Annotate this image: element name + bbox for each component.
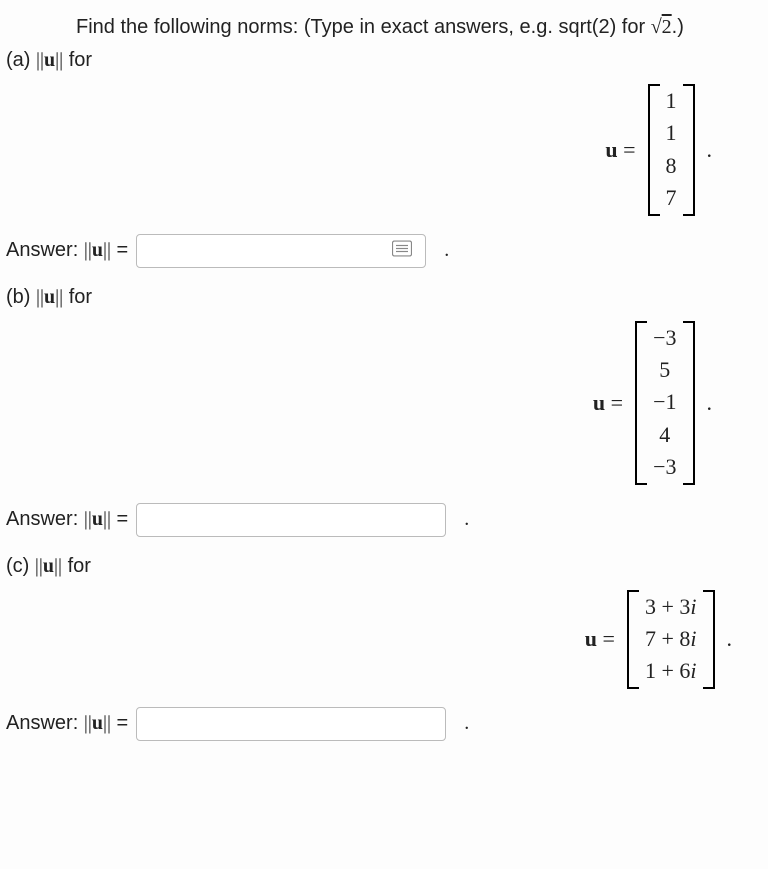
instructions-prefix: Find the following norms: (Type in exact… [76, 16, 651, 38]
part-a-answer-row: Answer: ||u|| = . [6, 234, 762, 268]
vec-entry: 7 [666, 185, 677, 211]
sqrt-symbol: √ [651, 16, 662, 38]
vec-entry: 1 [666, 120, 677, 146]
answer-label: Answer: ||u|| = [6, 712, 128, 735]
vec-entry: 5 [659, 357, 670, 383]
vec-entry: −1 [653, 389, 676, 415]
answer-input-a[interactable] [136, 234, 426, 268]
matrix-c: 3 + 3i 7 + 8i 1 + 6i [627, 590, 715, 689]
part-c-vector: u = 3 + 3i 7 + 8i 1 + 6i . [6, 590, 762, 689]
instructions-suffix: .) [672, 16, 684, 38]
instructions: Find the following norms: (Type in exact… [76, 16, 762, 39]
part-a-vector: u = 1 1 8 7 . [6, 84, 762, 216]
part-a-label: (a) ||u|| for [6, 49, 762, 72]
vector-lhs: u = [585, 626, 615, 652]
vec-entry: 7 + 8i [645, 626, 697, 652]
answer-label: Answer: ||u|| = [6, 239, 128, 262]
answer-label: Answer: ||u|| = [6, 508, 128, 531]
vector-lhs: u = [605, 137, 635, 163]
matrix-b: −3 5 −1 4 −3 [635, 321, 694, 485]
matrix-a: 1 1 8 7 [648, 84, 695, 216]
period: . [464, 508, 469, 531]
vec-entry: −3 [653, 325, 676, 351]
vec-entry: 1 [666, 88, 677, 114]
answer-input-c[interactable] [136, 707, 446, 741]
vector-lhs: u = [593, 390, 623, 416]
part-c-answer-row: Answer: ||u|| = . [6, 707, 762, 741]
vec-entry: −3 [653, 454, 676, 480]
part-b-answer-row: Answer: ||u|| = . [6, 503, 762, 537]
period: . [464, 712, 469, 735]
part-b-label: (b) ||u|| for [6, 286, 762, 309]
vec-entry: 4 [659, 422, 670, 448]
part-c-label: (c) ||u|| for [6, 555, 762, 578]
vec-entry: 3 + 3i [645, 594, 697, 620]
vec-entry: 1 + 6i [645, 658, 697, 684]
sqrt-arg: 2 [662, 16, 672, 38]
answer-input-b[interactable] [136, 503, 446, 537]
period: . [707, 137, 713, 163]
period: . [727, 626, 733, 652]
period: . [707, 390, 713, 416]
vec-entry: 8 [666, 153, 677, 179]
part-b-vector: u = −3 5 −1 4 −3 . [6, 321, 762, 485]
period: . [444, 239, 449, 262]
